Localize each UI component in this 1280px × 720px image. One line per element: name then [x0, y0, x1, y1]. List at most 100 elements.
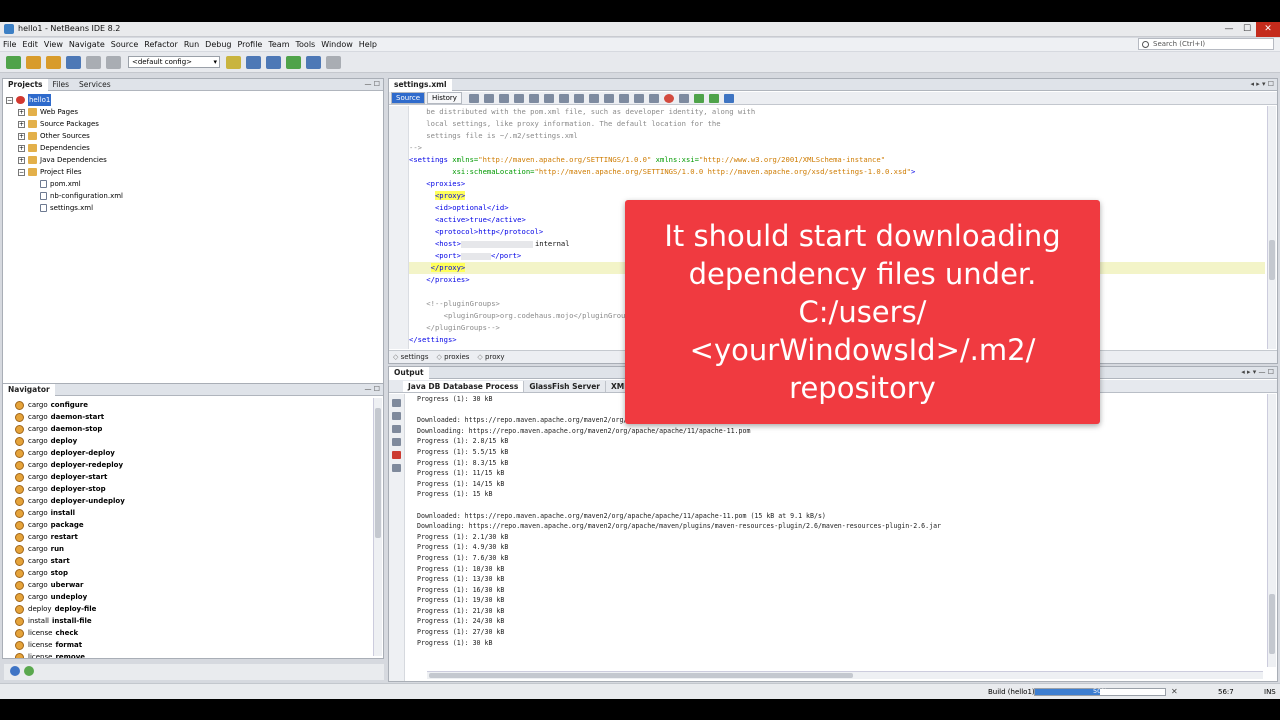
tree-item[interactable]: + Other Sources — [6, 130, 383, 142]
tree-item[interactable]: + Java Dependencies — [6, 154, 383, 166]
source-mode-button[interactable]: Source — [391, 92, 426, 104]
build-progress-bar[interactable]: 50% — [1034, 687, 1166, 696]
stop-macro-icon[interactable] — [678, 93, 689, 103]
editor-scroll-thumb[interactable] — [1269, 240, 1275, 280]
expand-toggle-icon[interactable]: + — [18, 132, 25, 140]
maximize-button[interactable]: ☐ — [1238, 22, 1256, 37]
navigator-goal-item[interactable]: cargo daemon-stop — [15, 423, 371, 435]
menu-run[interactable]: Run — [184, 40, 199, 49]
resume-icon[interactable] — [392, 425, 401, 433]
navigator-scroll-thumb[interactable] — [375, 408, 381, 538]
run-icon[interactable] — [286, 55, 301, 69]
navigator-goal-item[interactable]: license remove — [15, 651, 371, 658]
quick-search-input[interactable]: Search (Ctrl+I) — [1138, 38, 1274, 50]
new-file-icon[interactable] — [6, 55, 21, 69]
tree-item[interactable]: + Web Pages — [6, 106, 383, 118]
back-icon[interactable] — [483, 93, 494, 103]
navigator-goal-item[interactable]: cargo deployer-deploy — [15, 447, 371, 459]
navigator-goal-item[interactable]: license format — [15, 639, 371, 651]
output-tab-glassfish[interactable]: GlassFish Server — [524, 380, 606, 392]
start-macro-icon[interactable] — [663, 93, 674, 103]
breadcrumb-settings[interactable]: settings — [393, 353, 429, 361]
code-line[interactable]: 46--> — [409, 142, 1265, 154]
breadcrumb-proxies[interactable]: proxies — [437, 353, 469, 361]
tab-services[interactable]: Services — [74, 79, 116, 91]
editor-tab-controls-icon[interactable]: ◂ ▸ ▾ ☐ — [1251, 80, 1275, 88]
profile-icon[interactable] — [326, 55, 341, 69]
cancel-build-icon[interactable]: ✕ — [1171, 687, 1178, 696]
config-select[interactable]: <default config> — [128, 56, 220, 68]
code-line[interactable]: 47<settings xmlns="http://maven.apache.o… — [409, 154, 1265, 166]
menu-tools[interactable]: Tools — [296, 40, 316, 49]
menu-profile[interactable]: Profile — [237, 40, 262, 49]
menu-debug[interactable]: Debug — [205, 40, 231, 49]
menu-navigate[interactable]: Navigate — [69, 40, 105, 49]
code-line[interactable]: 48 xsi:schemaLocation="http://maven.apac… — [409, 166, 1265, 178]
navigator-goal-item[interactable]: cargo run — [15, 543, 371, 555]
filter-icon[interactable] — [24, 666, 34, 676]
prev-bookmark-icon[interactable] — [588, 93, 599, 103]
editor-scrollbar[interactable] — [1267, 106, 1276, 349]
navigator-goal-item[interactable]: cargo daemon-start — [15, 411, 371, 423]
navigator-goal-item[interactable]: cargo deploy — [15, 435, 371, 447]
code-line[interactable]: 43 be distributed with the pom.xml file,… — [409, 106, 1265, 118]
navigator-goal-item[interactable]: install install-file — [15, 615, 371, 627]
navigator-goal-item[interactable]: cargo restart — [15, 531, 371, 543]
tab-projects[interactable]: Projects — [3, 79, 48, 91]
rerun-icon[interactable] — [392, 399, 401, 407]
code-line[interactable]: 45 settings file is ~/.m2/settings.xml — [409, 130, 1265, 142]
navigator-scrollbar[interactable] — [373, 398, 382, 656]
expand-toggle-icon[interactable]: − — [6, 96, 13, 104]
last-edit-icon[interactable] — [468, 93, 479, 103]
settings-icon[interactable] — [392, 464, 401, 472]
browser-icon[interactable] — [226, 55, 241, 69]
forward-icon[interactable] — [498, 93, 509, 103]
navigator-goal-item[interactable]: cargo deployer-start — [15, 471, 371, 483]
tab-files[interactable]: Files — [48, 79, 74, 91]
undo-icon[interactable] — [86, 55, 101, 69]
navigator-goal-item[interactable]: cargo configure — [15, 399, 371, 411]
toggle-bookmark-icon[interactable] — [618, 93, 629, 103]
output-scrollbar[interactable] — [1267, 394, 1276, 667]
code-line[interactable]: 49 <proxies> — [409, 178, 1265, 190]
expand-toggle-icon[interactable]: + — [18, 108, 25, 116]
navigator-goal-item[interactable]: cargo package — [15, 519, 371, 531]
find-previous-icon[interactable] — [528, 93, 539, 103]
find-icon[interactable] — [513, 93, 524, 103]
navigator-goal-item[interactable]: cargo deployer-redeploy — [15, 459, 371, 471]
navigator-goal-item[interactable]: deploy deploy-file — [15, 603, 371, 615]
menu-view[interactable]: View — [44, 40, 63, 49]
shift-left-icon[interactable] — [633, 93, 644, 103]
menu-file[interactable]: File — [3, 40, 16, 49]
menu-window[interactable]: Window — [321, 40, 353, 49]
tree-item[interactable]: nb-configuration.xml — [6, 190, 383, 202]
output-tab-javadb[interactable]: Java DB Database Process — [403, 380, 525, 392]
expand-toggle-icon[interactable]: + — [18, 144, 25, 152]
navigator-goal-item[interactable]: cargo start — [15, 555, 371, 567]
output-scroll-thumb[interactable] — [1269, 594, 1275, 654]
navigator-goal-item[interactable]: cargo install — [15, 507, 371, 519]
debug-icon[interactable] — [306, 55, 321, 69]
xsl-transform-icon[interactable] — [723, 93, 734, 103]
code-line[interactable]: 44 local settings, like proxy informatio… — [409, 118, 1265, 130]
toggle-highlight-icon[interactable] — [558, 93, 569, 103]
tree-item[interactable]: − Project Files — [6, 166, 383, 178]
minimize-button[interactable]: — — [1220, 22, 1238, 37]
menu-refactor[interactable]: Refactor — [144, 40, 178, 49]
save-all-icon[interactable] — [66, 55, 81, 69]
validate-xml-icon[interactable] — [708, 93, 719, 103]
stop-icon[interactable] — [392, 438, 401, 446]
editor-tab-settings-xml[interactable]: settings.xml — [389, 79, 452, 91]
menu-help[interactable]: Help — [359, 40, 377, 49]
new-project-icon[interactable] — [26, 55, 41, 69]
navigator-goal-item[interactable]: cargo deployer-stop — [15, 483, 371, 495]
output-hscroll-thumb[interactable] — [429, 673, 853, 678]
output-controls-icon[interactable]: ◂ ▸ ▾ — ☐ — [1241, 368, 1274, 376]
find-next-icon[interactable] — [543, 93, 554, 103]
check-xml-icon[interactable] — [693, 93, 704, 103]
next-bookmark-icon[interactable] — [603, 93, 614, 103]
clean-build-icon[interactable] — [266, 55, 281, 69]
navigator-goal-item[interactable]: license check — [15, 627, 371, 639]
navigator-goal-item[interactable]: cargo undeploy — [15, 591, 371, 603]
shift-right-icon[interactable] — [648, 93, 659, 103]
